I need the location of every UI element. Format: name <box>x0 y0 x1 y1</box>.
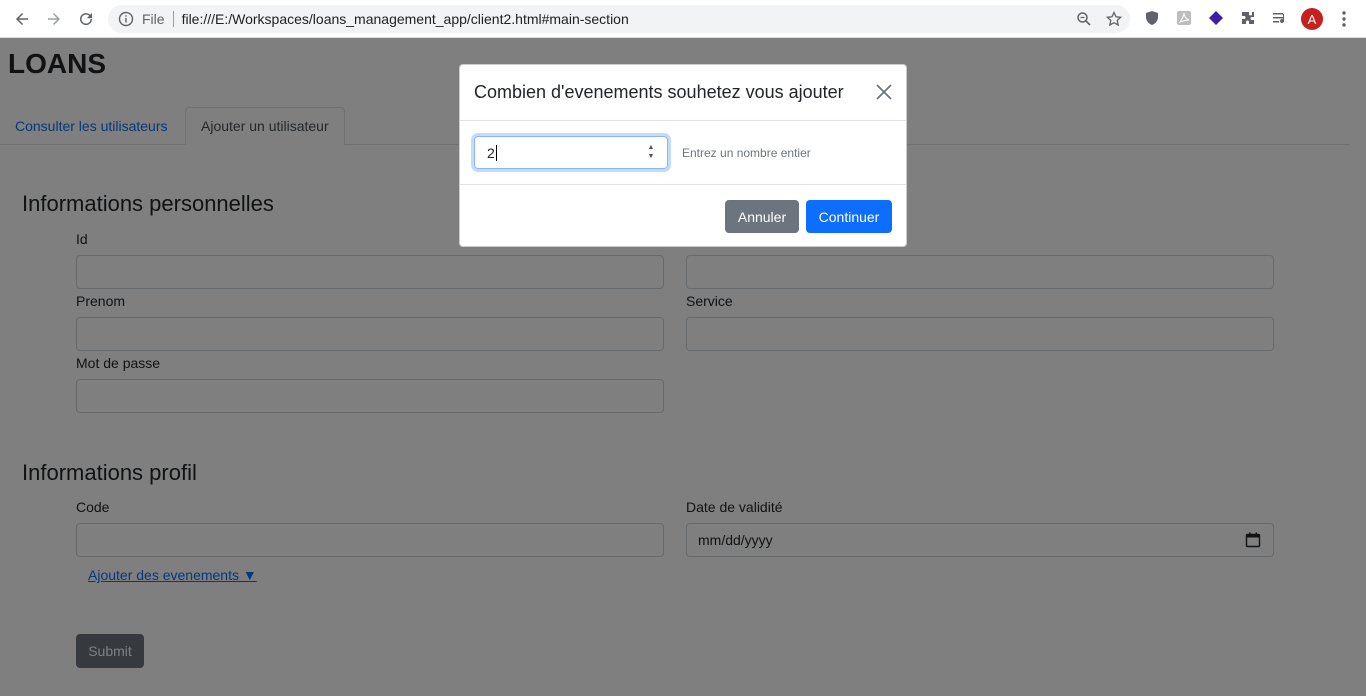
omnibox-separator <box>172 11 174 27</box>
modal-header: Combien d'evenements souhetez vous ajout… <box>460 65 906 121</box>
cancel-button[interactable]: Annuler <box>725 200 799 233</box>
pdf-extension-icon[interactable] <box>1175 9 1193 27</box>
events-count-input[interactable]: 2 ▲ ▼ <box>474 136 668 169</box>
modal-title: Combien d'evenements souhetez vous ajout… <box>474 82 844 102</box>
profile-avatar[interactable]: A <box>1301 8 1323 30</box>
number-spinner[interactable]: ▲ ▼ <box>645 143 657 161</box>
zoom-icon[interactable] <box>1076 11 1092 27</box>
modal-body: 2 ▲ ▼ Entrez un nombre entier <box>460 121 906 185</box>
input-hint: Entrez un nombre entier <box>682 146 811 160</box>
events-count-value: 2 <box>487 144 495 161</box>
address-bar[interactable]: File file:///E:/Workspaces/loans_managem… <box>108 5 1130 33</box>
layers-extension-icon[interactable] <box>1207 9 1225 27</box>
text-caret <box>495 144 497 161</box>
close-icon[interactable] <box>875 83 893 101</box>
back-icon[interactable] <box>6 3 38 35</box>
media-queue-icon[interactable] <box>1271 9 1289 27</box>
events-count-modal: Combien d'evenements souhetez vous ajout… <box>459 64 907 247</box>
forward-icon[interactable] <box>38 3 70 35</box>
reload-icon[interactable] <box>70 3 102 35</box>
extensions-puzzle-icon[interactable] <box>1239 9 1257 27</box>
modal-footer: Annuler Continuer <box>460 185 906 247</box>
more-menu-icon[interactable] <box>1336 9 1352 29</box>
file-scheme-label: File <box>142 11 165 27</box>
browser-toolbar: File file:///E:/Workspaces/loans_managem… <box>0 0 1366 38</box>
url-text[interactable]: file:///E:/Workspaces/loans_management_a… <box>182 11 629 27</box>
bookmark-star-icon[interactable] <box>1106 11 1122 27</box>
shield-extension-icon[interactable] <box>1143 9 1161 27</box>
continue-button[interactable]: Continuer <box>806 200 892 233</box>
info-icon[interactable] <box>118 11 134 27</box>
